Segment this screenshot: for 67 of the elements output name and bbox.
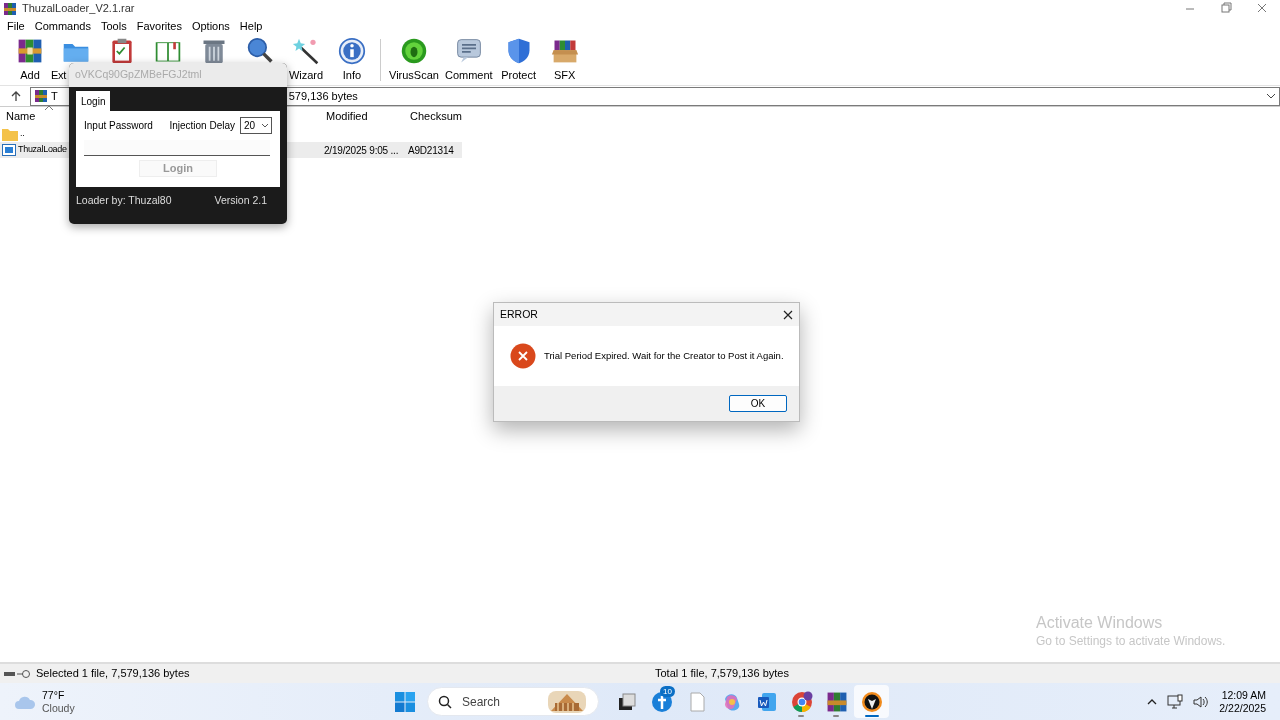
network-icon[interactable] (1167, 693, 1184, 710)
status-text: Total 1 file, 7,579,136 bytes (655, 666, 789, 682)
dialog-title: ERROR (500, 306, 538, 322)
up-arrow-icon[interactable] (10, 90, 22, 102)
books-icon (825, 690, 848, 713)
menu-item[interactable]: Commands (29, 17, 96, 35)
magic-wand-icon (292, 37, 320, 65)
field-label: Injection Delay (169, 119, 235, 133)
column-header[interactable]: Modified (326, 110, 368, 123)
watermark-title: Activate Windows (1036, 613, 1164, 633)
toolbar-button[interactable]: Protect (496, 37, 541, 82)
info-icon (338, 37, 366, 65)
taskbar-app[interactable] (854, 685, 889, 718)
version-text: Version 2.1 (214, 193, 267, 208)
menu-item[interactable]: Favorites (131, 17, 187, 35)
search-field[interactable]: Search (460, 691, 540, 712)
chrome-icon (790, 690, 813, 713)
password-field[interactable] (84, 140, 270, 156)
delay-dropdown[interactable]: 20 (240, 117, 272, 134)
error-icon (510, 343, 536, 369)
caret-icon (261, 122, 269, 129)
app-icon (3, 1, 17, 16)
menu-item[interactable]: Options (186, 17, 235, 35)
checksum: A9D21314 (408, 143, 454, 158)
ok-button[interactable]: OK (729, 395, 787, 412)
clock[interactable]: 12:09 AM 2/22/2025 (1219, 688, 1266, 715)
toolbar-button[interactable]: Add (8, 37, 52, 82)
toolbar-button[interactable]: Comment (442, 37, 495, 82)
start-button[interactable] (395, 691, 415, 712)
word-icon (755, 690, 778, 713)
toolbar-button[interactable]: Wizard (284, 37, 328, 82)
toolbar-button[interactable]: SFX (542, 37, 587, 82)
file-name[interactable]: ThuzalLoade (18, 143, 67, 157)
application-icon (2, 144, 16, 156)
close-button[interactable] (783, 309, 793, 320)
toolbar-button[interactable]: Info (330, 37, 374, 82)
search-bar[interactable]: Search (427, 687, 599, 716)
file-name[interactable]: .. (20, 127, 25, 141)
menu-item[interactable]: Help (234, 17, 268, 35)
notification-count: 10 (660, 686, 675, 697)
temperature: 77°F (42, 688, 66, 702)
status-text: Selected 1 file, 7,579,136 bytes (36, 666, 190, 682)
error-message: Trial Period Expired. Wait for the Creator to Post it Again. (544, 348, 784, 363)
toolbar-label[interactable]: Ext (51, 69, 66, 82)
lion-icon (860, 690, 883, 713)
taskbar-app[interactable]: 10 (644, 685, 679, 718)
search-icon (438, 694, 452, 709)
field-label: Input Password (84, 119, 153, 133)
tab[interactable]: Login (76, 91, 111, 111)
author-text: Loader by: Thuzal80 (76, 193, 172, 208)
archive-icon (34, 89, 48, 103)
chevron-up-icon[interactable] (1147, 697, 1158, 706)
drive-key-icon (4, 668, 32, 679)
speaker-icon[interactable] (1193, 694, 1210, 709)
column-header[interactable]: Checksum (410, 110, 462, 123)
address-text: 579,136 bytes (288, 88, 358, 104)
bug-icon (399, 37, 428, 65)
books-icon (16, 37, 44, 65)
magnifier-icon[interactable] (246, 37, 274, 65)
modified-date: 2/19/2025 9:05 ... (324, 143, 399, 158)
column-header[interactable]: Name (6, 110, 36, 123)
weather-condition: Cloudy (42, 701, 75, 715)
menu-item[interactable]: File (2, 17, 30, 35)
window-title: ThuzalLoader_V2.1.rar (22, 1, 135, 17)
toolbar-button[interactable]: VirusScan (387, 37, 441, 82)
window-title: oVKCq90GpZMBeFGJ2tml (69, 63, 287, 87)
menu-item[interactable]: Tools (96, 17, 132, 35)
